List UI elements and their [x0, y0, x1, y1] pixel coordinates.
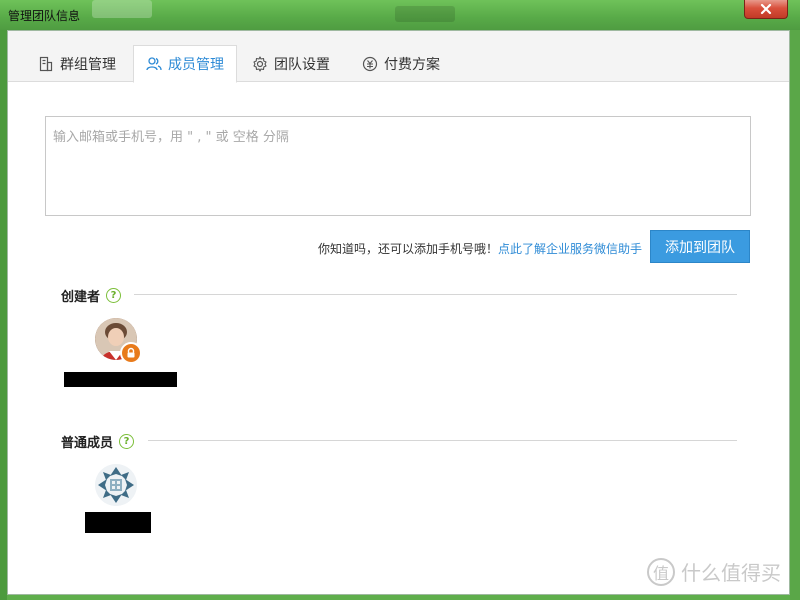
redacted-creator-name [64, 372, 177, 387]
tab-label: 付费方案 [384, 56, 440, 73]
title-bar: 管理团队信息 [0, 0, 800, 30]
background-blur [395, 6, 455, 22]
section-divider [148, 440, 737, 441]
tab-team-settings[interactable]: 团队设置 [240, 45, 342, 82]
tab-member-management[interactable]: 成员管理 [133, 45, 237, 83]
window-frame-right [790, 30, 800, 600]
tip-text: 你知道吗，还可以添加手机号哦！点此了解企业服务微信助手 [318, 240, 642, 257]
group-list-icon [39, 56, 53, 71]
member-avatar[interactable] [95, 464, 137, 506]
payment-icon [362, 56, 378, 71]
tip-message: 你知道吗，还可以添加手机号哦！ [318, 242, 499, 256]
dialog-body: 群组管理 成员管理 团队设置 付费方案 输入邮箱或手机号，用 " , " 或 空… [7, 30, 790, 595]
help-icon[interactable]: ? [119, 434, 135, 449]
tab-group-management[interactable]: 群组管理 [26, 45, 128, 82]
section-label: 创建者 [61, 290, 101, 305]
add-to-team-button[interactable]: 添加到团队 [650, 230, 750, 263]
tab-bar: 群组管理 成员管理 团队设置 付费方案 [8, 31, 789, 83]
invite-input[interactable] [46, 117, 750, 215]
watermark-logo: 值 [647, 557, 675, 586]
watermark-text: 什么值得买 [681, 561, 781, 585]
section-label: 普通成员 [61, 436, 114, 451]
tip-link[interactable]: 点此了解企业服务微信助手 [498, 242, 642, 256]
close-icon [760, 3, 772, 15]
help-icon[interactable]: ? [106, 288, 122, 303]
tab-label: 团队设置 [274, 56, 330, 73]
window-frame-left [0, 30, 7, 600]
background-blur [92, 0, 152, 18]
close-button[interactable] [744, 0, 788, 19]
lock-icon [127, 347, 135, 358]
window-title: 管理团队信息 [8, 9, 81, 23]
tab-label: 群组管理 [60, 56, 116, 73]
gear-icon [253, 55, 267, 72]
tab-payment-plan[interactable]: 付费方案 [350, 45, 452, 82]
section-divider [134, 294, 737, 295]
members-section-title: 普通成员 ? [61, 432, 135, 451]
watermark: 值 什么值得买 [647, 557, 781, 586]
redacted-member-name [85, 512, 151, 533]
members-icon [146, 57, 162, 71]
invite-input-box [45, 116, 751, 216]
avatar-pattern [95, 464, 137, 506]
tab-label: 成员管理 [168, 57, 224, 73]
owner-lock-badge [120, 342, 142, 364]
creator-section-title: 创建者 ? [61, 286, 122, 305]
